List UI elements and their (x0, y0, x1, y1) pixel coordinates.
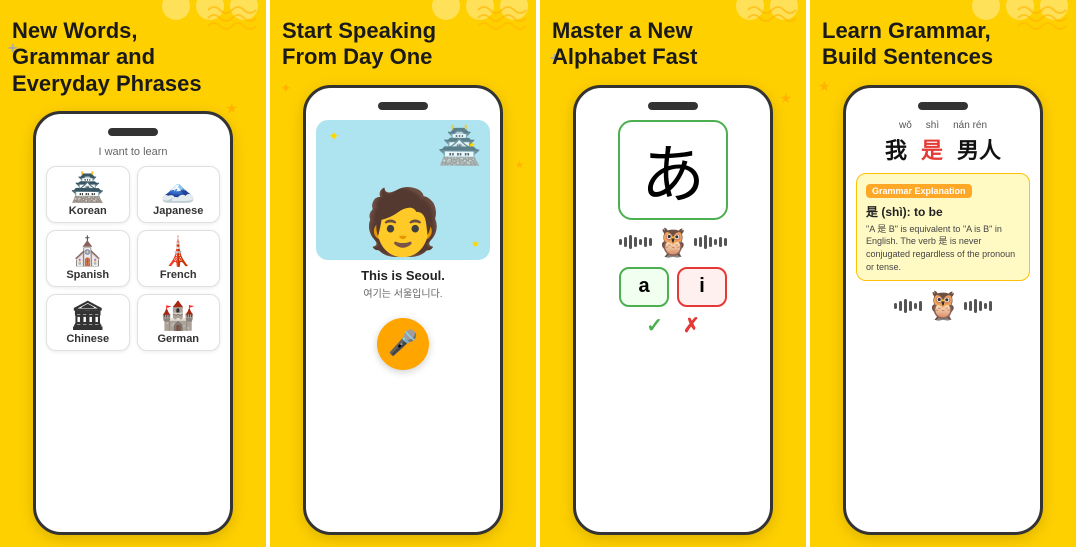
deco-star-5: ★ (818, 78, 831, 95)
video-star-1: ✦ (328, 128, 340, 145)
lang-french[interactable]: 🗼 French (137, 230, 221, 287)
spanish-icon: ⛪ (70, 238, 105, 266)
mic-icon: 🎤 (388, 329, 418, 358)
chinese-label: Chinese (66, 333, 109, 345)
answer-i[interactable]: i (677, 267, 727, 307)
phone-1: I want to learn 🏯 Korean 🗻 Japanese ⛪ Sp… (33, 111, 233, 535)
owl-icon: 🦉 (656, 226, 691, 259)
speech-subtext: 여기는 서울입니다. (363, 285, 442, 300)
german-icon: 🏰 (161, 302, 196, 330)
deco-star-4: ★ (779, 90, 792, 107)
panel3-title: Master a NewAlphabet Fast (552, 18, 794, 71)
waveform-row-4: 🦉 (894, 289, 993, 322)
video-person: 🧑 (363, 185, 443, 260)
phone-notch-2 (378, 102, 428, 110)
x-icon: ✗ (683, 313, 700, 338)
phone-2: ✦ ✦ ★ 🏯 🧑 This is Seoul. 여기는 서울입니다. 🎤 (303, 85, 503, 535)
pinyin-row: wǒ shì nán rén (899, 120, 987, 131)
waveform-row: 🦉 (619, 226, 728, 259)
pinyin-shi: shì (926, 120, 939, 131)
phone-notch-4 (918, 102, 968, 110)
answer-a-label: a (638, 275, 649, 298)
answer-a[interactable]: a (619, 267, 669, 307)
phone-notch-1 (108, 128, 158, 136)
hanzi-wo: 我 (885, 133, 907, 165)
waveform-right-4 (964, 299, 992, 313)
lang-german[interactable]: 🏰 German (137, 294, 221, 351)
panel-grammar: ★ Learn Grammar,Build Sentences wǒ shì n… (810, 0, 1080, 547)
hanzi-nanren: 男人 (957, 133, 1001, 165)
panel-speaking: ✦ ★ Start SpeakingFrom Day One ✦ ✦ ★ 🏯 🧑… (270, 0, 540, 547)
japanese-label: Japanese (153, 205, 203, 217)
waveform-left (619, 235, 652, 249)
video-star-3: ★ (471, 239, 480, 250)
learn-label: I want to learn (98, 146, 167, 158)
korean-label: Korean (69, 205, 107, 217)
pinyin-nanren: nán rén (953, 120, 987, 131)
lang-spanish[interactable]: ⛪ Spanish (46, 230, 130, 287)
grammar-explanation-box: Grammar Explanation 是 (shì): to be "A 是 … (856, 173, 1030, 281)
panel4-title: Learn Grammar,Build Sentences (822, 18, 1064, 71)
deco-star-3: ★ (515, 160, 524, 171)
pinyin-wo: wǒ (899, 120, 912, 131)
japanese-icon: 🗻 (161, 174, 196, 202)
answer-options: a i (619, 267, 727, 307)
grammar-box-title: Grammar Explanation (866, 184, 972, 198)
alphabet-char-box: あ (618, 120, 728, 220)
panel1-title: New Words,Grammar andEveryday Phrases (12, 18, 254, 97)
waveform-right (694, 235, 727, 249)
chinese-sentence: wǒ shì nán rén 我 是 男人 (856, 120, 1030, 165)
mic-button[interactable]: 🎤 (377, 318, 429, 370)
deco-star-2: ✦ (280, 80, 292, 97)
check-icon: ✓ (646, 313, 663, 338)
spanish-label: Spanish (66, 269, 109, 281)
german-label: German (157, 333, 199, 345)
korean-icon: 🏯 (70, 174, 105, 202)
phone-notch-3 (648, 102, 698, 110)
phone-3: あ 🦉 (573, 85, 773, 535)
speech-video-screen: ✦ ✦ ★ 🏯 🧑 (316, 120, 490, 260)
lang-chinese[interactable]: 🏛 Chinese (46, 294, 130, 351)
phone-4: wǒ shì nán rén 我 是 男人 Grammar Explanatio… (843, 85, 1043, 535)
french-label: French (160, 269, 197, 281)
hanzi-shi: 是 (921, 133, 943, 165)
grammar-desc: "A 是 B" is equivalent to "A is B" in Eng… (866, 223, 1020, 273)
video-temple: 🏯 (437, 125, 482, 167)
language-grid: 🏯 Korean 🗻 Japanese ⛪ Spanish 🗼 French 🏛… (46, 166, 220, 351)
waveform-left-4 (894, 299, 922, 313)
lang-korean[interactable]: 🏯 Korean (46, 166, 130, 223)
hanzi-row: 我 是 男人 (885, 133, 1001, 165)
deco-star-1: ★ (225, 100, 238, 117)
lang-japanese[interactable]: 🗻 Japanese (137, 166, 221, 223)
panel2-title: Start SpeakingFrom Day One (282, 18, 524, 71)
french-icon: 🗼 (161, 238, 196, 266)
speech-text: This is Seoul. (361, 268, 445, 283)
grammar-term: 是 (shì): to be (866, 203, 1020, 220)
owl-icon-4: 🦉 (926, 289, 961, 322)
chinese-icon: 🏛 (70, 302, 106, 330)
answer-i-label: i (699, 275, 705, 298)
alphabet-char: あ (641, 124, 705, 216)
result-row: ✓ ✗ (646, 313, 700, 338)
panel-words: + ★ New Words,Grammar andEveryday Phrase… (0, 0, 270, 547)
panel-alphabet: + ★ Master a NewAlphabet Fast あ 🦉 (540, 0, 810, 547)
